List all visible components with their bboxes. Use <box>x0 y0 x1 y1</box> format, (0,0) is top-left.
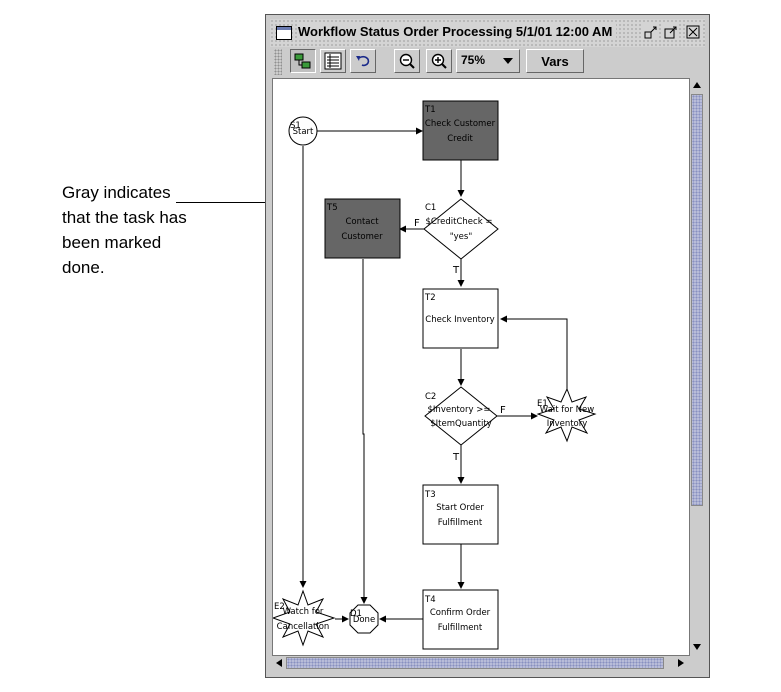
vars-button-label: Vars <box>541 53 569 69</box>
zoom-out-button[interactable] <box>394 49 420 73</box>
title-bar[interactable]: Workflow Status Order Processing 5/1/01 … <box>270 19 705 47</box>
horizontal-scrollbar[interactable] <box>272 656 690 670</box>
scroll-down-icon[interactable] <box>693 644 701 650</box>
scroll-up-icon[interactable] <box>693 82 701 88</box>
toolbar-grip[interactable] <box>274 49 282 75</box>
node-c1-id: C1 <box>425 203 436 213</box>
node-t1-line1: Check Customer <box>425 119 496 129</box>
node-c1-credit-check[interactable]: C1 $CreditCheck = "yes" <box>423 198 499 260</box>
list-view-icon <box>324 52 342 70</box>
callout-line-2: that the task has <box>62 208 187 227</box>
window-title: Workflow Status Order Processing 5/1/01 … <box>298 24 617 39</box>
vertical-scrollbar[interactable] <box>690 78 704 656</box>
node-t4-confirm-order-fulfillment[interactable]: T4 Confirm Order Fulfillment <box>422 589 499 650</box>
node-c2-line1: $Inventory >= <box>428 405 491 415</box>
workflow-diagram-canvas[interactable]: F T F T S1 Start T1 Check Customer Credi… <box>272 78 690 656</box>
graph-view-button[interactable] <box>290 49 316 73</box>
chevron-down-icon[interactable] <box>503 58 513 64</box>
minimize-icon[interactable] <box>643 24 659 40</box>
node-done[interactable]: D1 Done <box>349 604 379 634</box>
scroll-right-icon[interactable] <box>678 659 684 667</box>
node-t5-id: T5 <box>326 203 338 213</box>
node-c2-inventory-check[interactable]: C2 $Inventory >= $ItemQuantity <box>424 386 498 446</box>
node-c1-line1: $CreditCheck = <box>426 217 493 227</box>
node-t4-line2: Fulfillment <box>438 623 483 633</box>
scroll-left-icon[interactable] <box>276 659 282 667</box>
node-e1-line2: Inventory <box>547 419 588 429</box>
node-e1-wait-for-new-inventory[interactable]: E1 Wait for New Inventory <box>536 387 597 443</box>
node-e2-watch-for-cancellation[interactable]: E2 Watch for Cancellation <box>273 589 336 647</box>
node-t3-line1: Start Order <box>436 503 484 513</box>
node-t2-check-inventory[interactable]: T2 Check Inventory <box>422 288 499 349</box>
edge-label-c2-false: F <box>500 405 506 416</box>
close-icon-graphic <box>686 25 700 39</box>
maximize-icon-graphic <box>664 26 677 39</box>
workflow-diagram: F T F T S1 Start T1 Check Customer Credi… <box>273 100 597 650</box>
node-t5-line2: Customer <box>341 232 383 242</box>
node-c2-id: C2 <box>425 392 436 402</box>
node-t3-id: T3 <box>424 490 436 500</box>
zoom-out-icon <box>399 53 415 69</box>
workflow-status-window: Workflow Status Order Processing 5/1/01 … <box>265 14 710 678</box>
zoom-in-button[interactable] <box>426 49 452 73</box>
node-start[interactable]: S1 Start <box>288 116 318 146</box>
node-t1-check-customer-credit[interactable]: T1 Check Customer Credit <box>422 100 499 161</box>
graph-view-icon <box>294 53 311 69</box>
horizontal-scroll-thumb[interactable] <box>286 657 664 669</box>
close-icon[interactable] <box>685 24 701 40</box>
node-done-label: Done <box>353 615 375 625</box>
node-t2-id: T2 <box>424 293 436 303</box>
vertical-scroll-thumb[interactable] <box>691 94 703 506</box>
maximize-icon[interactable] <box>663 24 679 40</box>
callout-line-3: been marked <box>62 233 162 252</box>
edge-label-c1-false: F <box>414 218 420 229</box>
callout-annotation: Gray indicates that the task has been ma… <box>62 180 212 280</box>
e2-event-starburst <box>273 589 336 647</box>
node-t3-start-order-fulfillment[interactable]: T3 Start Order Fulfillment <box>422 484 499 545</box>
edge-e1-to-t2 <box>500 315 568 392</box>
node-e1-line1: Wait for New <box>540 405 594 415</box>
window-icon <box>276 26 292 40</box>
zoom-level-value: 75% <box>461 53 486 67</box>
node-c2-line2: $ItemQuantity <box>430 419 492 429</box>
undo-button[interactable] <box>350 49 376 73</box>
node-start-label: Start <box>293 127 314 137</box>
node-c1-line2: "yes" <box>450 232 473 242</box>
list-view-button[interactable] <box>320 49 346 73</box>
node-t2-line1: Check Inventory <box>425 315 494 325</box>
callout-line-4: done. <box>62 258 105 277</box>
node-t1-line2: Credit <box>447 134 473 144</box>
node-t1-id: T1 <box>424 105 436 115</box>
toolbar: 75% Vars <box>270 47 705 77</box>
node-e2-line2: Cancellation <box>277 622 330 632</box>
zoom-level-select[interactable]: 75% <box>456 49 520 73</box>
node-t3-line2: Fulfillment <box>438 518 483 528</box>
undo-icon <box>356 56 370 67</box>
node-e2-line1: Watch for <box>283 607 324 617</box>
edge-label-c2-true: T <box>452 452 460 463</box>
node-t5-line1: Contact <box>345 217 379 227</box>
edge-label-c1-true: T <box>452 265 460 276</box>
node-t4-id: T4 <box>424 595 436 605</box>
vars-button[interactable]: Vars <box>526 49 584 73</box>
zoom-in-icon <box>431 53 447 69</box>
node-t5-contact-customer[interactable]: T5 Contact Customer <box>324 198 401 259</box>
minimize-icon-graphic <box>644 26 657 39</box>
edge-t5-to-d1 <box>360 259 368 604</box>
node-t4-line1: Confirm Order <box>430 608 491 618</box>
e1-event-starburst <box>536 387 597 443</box>
